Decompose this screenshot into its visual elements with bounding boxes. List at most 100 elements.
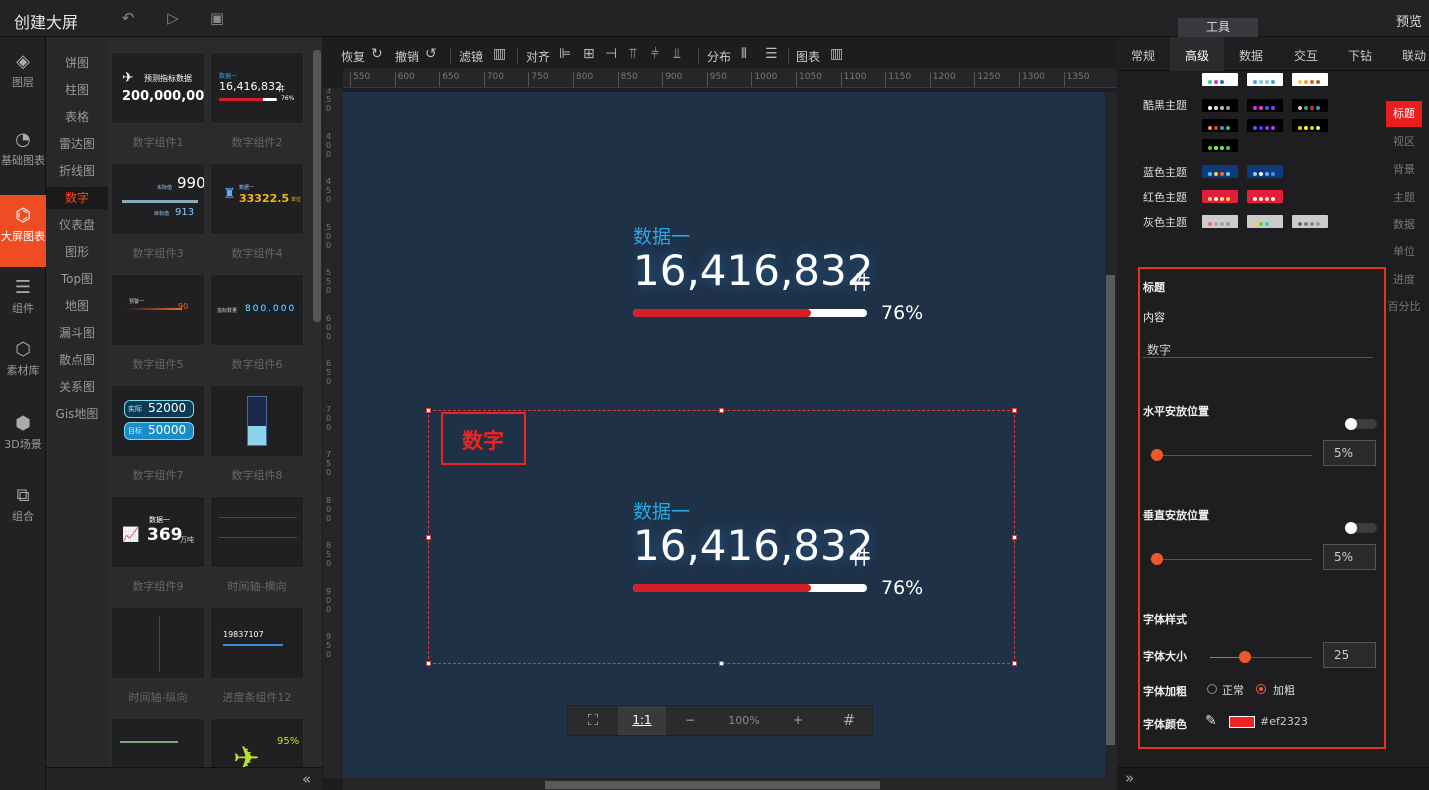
widget-title[interactable]: 数字 [462,425,504,455]
redo-button[interactable]: 恢复 [341,48,365,65]
tab-drilldown[interactable]: 下钻 [1348,47,1372,64]
component-card[interactable] [210,496,304,568]
filter-button[interactable]: 滤镜 [459,48,483,65]
play-icon[interactable]: ▷ [163,8,183,28]
theme-swatch[interactable] [1292,215,1328,228]
distribute-h-icon[interactable]: ⫴ [741,46,747,62]
undo-button[interactable]: 撤销 [395,48,419,65]
category-top[interactable]: Top图 [46,268,108,290]
distribute-button[interactable]: 分布 [707,48,731,65]
align-bottom-icon[interactable]: ⫫ [673,46,681,62]
radio-bold[interactable] [1256,684,1266,694]
component-card[interactable]: 数据一 📈 369 万吨 [111,496,205,568]
radio-normal[interactable] [1207,684,1217,694]
font-size-slider-handle[interactable] [1239,651,1251,663]
align-button[interactable]: 对齐 [526,48,550,65]
category-line[interactable]: 折线图 [46,160,108,182]
nav-group[interactable]: ⧉ 组合 [0,485,46,531]
nav-assets[interactable]: ⬡ 素材库 [0,339,46,395]
eyedropper-icon[interactable]: ✎ [1205,713,1217,729]
category-gis[interactable]: Gis地图 [46,403,108,425]
panel-scrollbar[interactable] [313,50,321,322]
v-position-slider-handle[interactable] [1151,553,1163,565]
h-position-slider-handle[interactable] [1151,449,1163,461]
align-left-icon[interactable]: ⊫ [559,46,571,62]
side-tab-title[interactable]: 标题 [1386,101,1422,127]
filter-chart-icon[interactable]: ▥ [493,46,506,62]
v-position-input[interactable]: 5% [1323,544,1376,570]
theme-swatch[interactable] [1202,165,1238,178]
theme-swatch[interactable] [1202,119,1238,132]
side-tab-data[interactable]: 数据 [1386,212,1422,238]
number-widget[interactable]: 数据一 16,416,832 件 76% [633,222,933,342]
h-position-slider-track[interactable] [1150,455,1312,456]
component-card[interactable]: ♜ 数据一 33322.5 单位 [210,163,304,235]
nav-basic-charts[interactable]: ◔ 基础图表 [0,129,46,187]
category-map[interactable]: 地图 [46,295,108,317]
font-color-swatch[interactable] [1229,716,1255,728]
theme-swatch[interactable] [1247,215,1283,228]
font-size-slider-track[interactable] [1210,657,1312,658]
theme-swatch[interactable] [1292,119,1328,132]
align-center-icon[interactable]: ⊞ [583,46,595,62]
zoom-out-button[interactable]: − [666,706,714,735]
component-card[interactable]: 19837107 [210,607,304,679]
component-card[interactable]: 990 实际值 目标值 913 [111,163,205,235]
vertical-scroll-thumb[interactable] [1106,275,1115,745]
tab-linkage[interactable]: 联动 [1402,47,1426,64]
theme-swatch[interactable] [1292,99,1328,112]
category-bar[interactable]: 柱图 [46,79,108,101]
resize-handle[interactable] [719,408,724,413]
side-tab-percent[interactable]: 百分比 [1386,294,1422,320]
h-position-toggle[interactable] [1345,418,1377,430]
category-pie[interactable]: 饼图 [46,52,108,74]
align-right-icon[interactable]: ⊣ [605,46,617,62]
theme-swatch[interactable] [1247,190,1283,203]
horizontal-scroll-thumb[interactable] [545,781,880,789]
redo-icon[interactable]: ↻ [371,46,383,62]
theme-swatch[interactable] [1247,73,1283,86]
tab-interaction[interactable]: 交互 [1294,47,1318,64]
resize-handle[interactable] [719,661,724,666]
collapse-left-icon[interactable]: « [302,770,311,788]
component-card[interactable] [111,718,205,767]
h-position-input[interactable]: 5% [1323,440,1376,466]
theme-swatch[interactable] [1202,190,1238,203]
nav-3d-scene[interactable]: ⬢ 3D场景 [0,413,46,469]
nav-components[interactable]: ☰ 组件 [0,277,46,323]
category-gauge[interactable]: 仪表盘 [46,214,108,236]
resize-handle[interactable] [1012,661,1017,666]
theme-swatch[interactable] [1202,139,1238,152]
resize-handle[interactable] [426,535,431,540]
category-relation[interactable]: 关系图 [46,376,108,398]
save-icon[interactable]: ▣ [207,8,227,28]
component-card[interactable]: 数据一 16,416,832 件 76% [210,52,304,124]
category-radar[interactable]: 雷达图 [46,133,108,155]
theme-swatch[interactable] [1202,215,1238,228]
undo-icon[interactable]: ↶ [118,8,138,28]
nav-screen-charts[interactable]: ⌬ 大屏图表 [0,195,46,267]
align-top-icon[interactable]: ⫪ [629,46,637,62]
side-tab-progress[interactable]: 进度 [1386,267,1422,293]
component-card[interactable] [111,607,205,679]
theme-swatch[interactable] [1247,165,1283,178]
theme-swatch[interactable] [1292,73,1328,86]
side-tab-viewport[interactable]: 视区 [1386,129,1422,155]
category-number[interactable]: 数字 [46,187,108,209]
resize-handle[interactable] [426,408,431,413]
chart-icon[interactable]: ▥ [830,46,843,62]
v-position-slider-track[interactable] [1150,559,1312,560]
grid-icon[interactable]: # [824,706,874,735]
collapse-right-icon[interactable]: » [1125,769,1134,787]
category-scatter[interactable]: 散点图 [46,349,108,371]
nav-layers[interactable]: ◈ 图层 [0,51,46,97]
theme-swatch[interactable] [1202,99,1238,112]
component-card[interactable]: 实际 52000 目标 50000 [111,385,205,457]
tab-data[interactable]: 数据 [1239,47,1263,64]
zoom-in-button[interactable]: + [774,706,822,735]
component-card[interactable]: 指标数量 800.000 [210,274,304,346]
resize-handle[interactable] [426,661,431,666]
v-position-toggle[interactable] [1345,522,1377,534]
component-card[interactable] [210,385,304,457]
theme-swatch[interactable] [1202,73,1238,86]
